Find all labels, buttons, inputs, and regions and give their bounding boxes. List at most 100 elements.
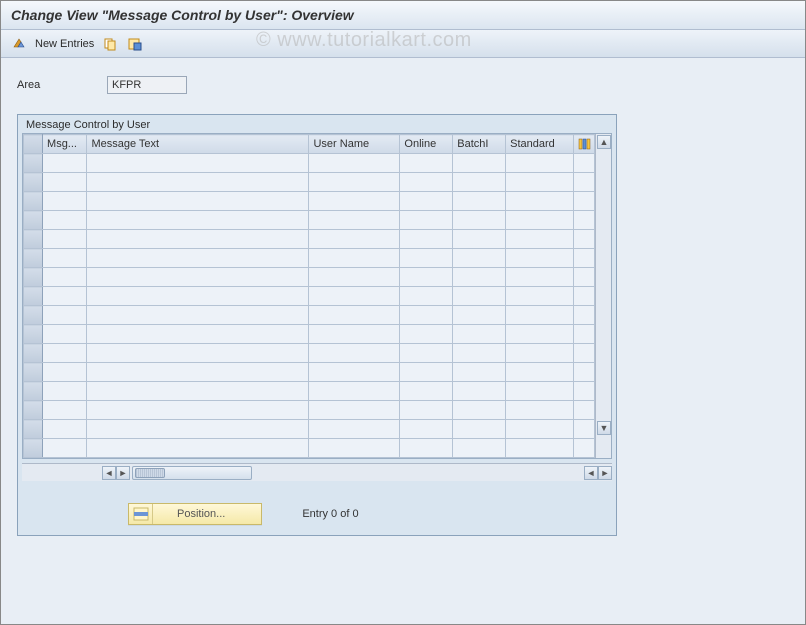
cell-online[interactable] bbox=[400, 325, 453, 344]
col-message-text[interactable]: Message Text bbox=[87, 135, 309, 154]
cell-standard[interactable] bbox=[506, 173, 574, 192]
delete-icon[interactable] bbox=[126, 36, 142, 52]
cell-standard[interactable] bbox=[506, 287, 574, 306]
select-all-header[interactable] bbox=[24, 135, 43, 154]
row-selector[interactable] bbox=[24, 344, 43, 363]
cell-msg[interactable] bbox=[43, 344, 87, 363]
cell-standard[interactable] bbox=[506, 401, 574, 420]
row-selector[interactable] bbox=[24, 211, 43, 230]
table-row[interactable] bbox=[24, 230, 595, 249]
cell-message-text[interactable] bbox=[87, 344, 309, 363]
table-row[interactable] bbox=[24, 363, 595, 382]
cell-message-text[interactable] bbox=[87, 325, 309, 344]
cell-batchi[interactable] bbox=[453, 344, 506, 363]
row-selector[interactable] bbox=[24, 382, 43, 401]
cell-msg[interactable] bbox=[43, 230, 87, 249]
data-grid[interactable]: Msg... Message Text User Name Online Bat… bbox=[23, 134, 595, 458]
cell-user-name[interactable] bbox=[309, 192, 400, 211]
table-row[interactable] bbox=[24, 401, 595, 420]
cell-msg[interactable] bbox=[43, 192, 87, 211]
scroll-left-button[interactable]: ◄ bbox=[102, 466, 116, 480]
table-row[interactable] bbox=[24, 344, 595, 363]
table-row[interactable] bbox=[24, 211, 595, 230]
cell-message-text[interactable] bbox=[87, 268, 309, 287]
cell-online[interactable] bbox=[400, 192, 453, 211]
row-selector[interactable] bbox=[24, 439, 43, 458]
scroll-up-button[interactable]: ▲ bbox=[597, 135, 611, 149]
area-input[interactable] bbox=[107, 76, 187, 94]
row-selector[interactable] bbox=[24, 420, 43, 439]
cell-msg[interactable] bbox=[43, 154, 87, 173]
vertical-scrollbar[interactable]: ▲ ▼ bbox=[595, 134, 611, 458]
cell-standard[interactable] bbox=[506, 306, 574, 325]
cell-batchi[interactable] bbox=[453, 154, 506, 173]
cell-batchi[interactable] bbox=[453, 401, 506, 420]
cell-message-text[interactable] bbox=[87, 249, 309, 268]
cell-standard[interactable] bbox=[506, 439, 574, 458]
cell-msg[interactable] bbox=[43, 306, 87, 325]
cell-online[interactable] bbox=[400, 344, 453, 363]
cell-msg[interactable] bbox=[43, 401, 87, 420]
cell-standard[interactable] bbox=[506, 268, 574, 287]
cell-online[interactable] bbox=[400, 154, 453, 173]
cell-online[interactable] bbox=[400, 382, 453, 401]
cell-msg[interactable] bbox=[43, 439, 87, 458]
cell-user-name[interactable] bbox=[309, 173, 400, 192]
row-selector[interactable] bbox=[24, 287, 43, 306]
cell-user-name[interactable] bbox=[309, 420, 400, 439]
cell-user-name[interactable] bbox=[309, 363, 400, 382]
cell-msg[interactable] bbox=[43, 249, 87, 268]
new-entries-button[interactable]: New Entries bbox=[35, 38, 94, 50]
cell-online[interactable] bbox=[400, 249, 453, 268]
hscroll-track[interactable] bbox=[132, 466, 252, 480]
cell-message-text[interactable] bbox=[87, 363, 309, 382]
cell-user-name[interactable] bbox=[309, 325, 400, 344]
cell-online[interactable] bbox=[400, 230, 453, 249]
row-selector[interactable] bbox=[24, 268, 43, 287]
position-button[interactable]: Position... bbox=[128, 503, 262, 525]
cell-batchi[interactable] bbox=[453, 287, 506, 306]
table-row[interactable] bbox=[24, 325, 595, 344]
cell-batchi[interactable] bbox=[453, 306, 506, 325]
cell-standard[interactable] bbox=[506, 420, 574, 439]
cell-msg[interactable] bbox=[43, 287, 87, 306]
scroll-right-inner-button[interactable]: ► bbox=[116, 466, 130, 480]
table-row[interactable] bbox=[24, 154, 595, 173]
cell-user-name[interactable] bbox=[309, 287, 400, 306]
table-row[interactable] bbox=[24, 173, 595, 192]
cell-batchi[interactable] bbox=[453, 363, 506, 382]
cell-msg[interactable] bbox=[43, 363, 87, 382]
cell-batchi[interactable] bbox=[453, 439, 506, 458]
scroll-left-end-button[interactable]: ◄ bbox=[584, 466, 598, 480]
row-selector[interactable] bbox=[24, 230, 43, 249]
cell-message-text[interactable] bbox=[87, 401, 309, 420]
cell-online[interactable] bbox=[400, 420, 453, 439]
cell-user-name[interactable] bbox=[309, 268, 400, 287]
cell-online[interactable] bbox=[400, 287, 453, 306]
cell-msg[interactable] bbox=[43, 268, 87, 287]
cell-msg[interactable] bbox=[43, 382, 87, 401]
cell-message-text[interactable] bbox=[87, 306, 309, 325]
cell-message-text[interactable] bbox=[87, 192, 309, 211]
cell-online[interactable] bbox=[400, 211, 453, 230]
cell-standard[interactable] bbox=[506, 249, 574, 268]
scroll-right-button[interactable]: ► bbox=[598, 466, 612, 480]
cell-batchi[interactable] bbox=[453, 230, 506, 249]
cell-standard[interactable] bbox=[506, 230, 574, 249]
table-row[interactable] bbox=[24, 306, 595, 325]
col-msg[interactable]: Msg... bbox=[43, 135, 87, 154]
cell-online[interactable] bbox=[400, 363, 453, 382]
table-row[interactable] bbox=[24, 249, 595, 268]
table-row[interactable] bbox=[24, 420, 595, 439]
cell-batchi[interactable] bbox=[453, 420, 506, 439]
table-row[interactable] bbox=[24, 439, 595, 458]
col-batchi[interactable]: BatchI bbox=[453, 135, 506, 154]
cell-standard[interactable] bbox=[506, 382, 574, 401]
cell-standard[interactable] bbox=[506, 154, 574, 173]
table-row[interactable] bbox=[24, 268, 595, 287]
row-selector[interactable] bbox=[24, 192, 43, 211]
cell-standard[interactable] bbox=[506, 363, 574, 382]
cell-msg[interactable] bbox=[43, 420, 87, 439]
cell-online[interactable] bbox=[400, 439, 453, 458]
cell-batchi[interactable] bbox=[453, 173, 506, 192]
